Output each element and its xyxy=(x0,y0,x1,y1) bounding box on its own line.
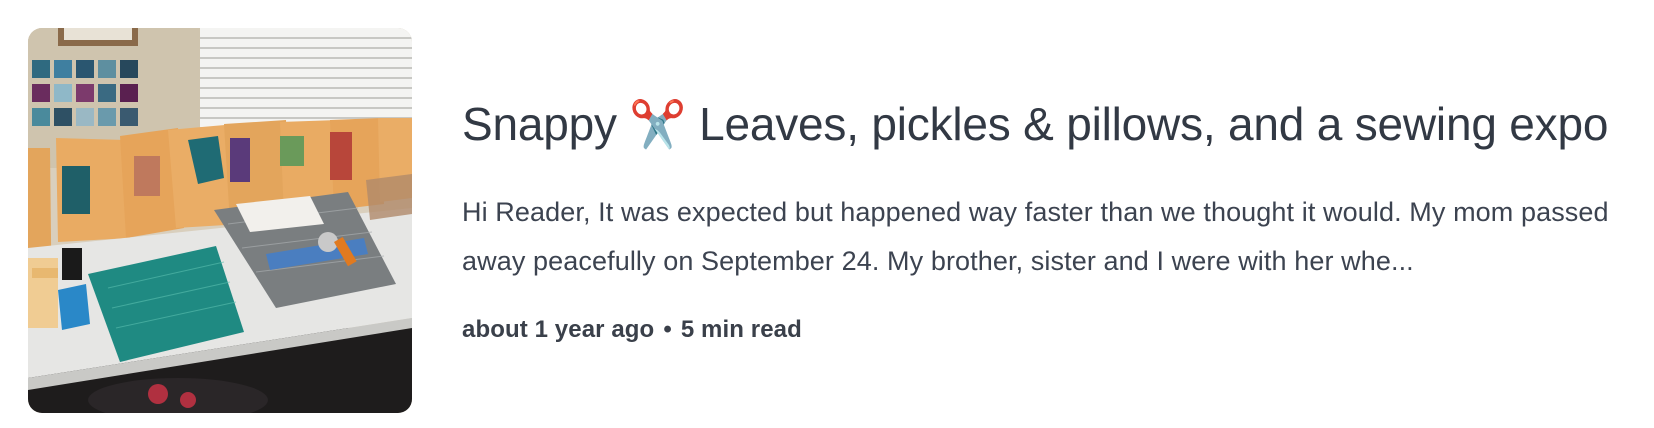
post-excerpt: Hi Reader, It was expected but happened … xyxy=(462,197,1609,276)
post-title-text: Leaves, pickles & pillows, and a sewing … xyxy=(699,98,1609,150)
post-title[interactable]: Snappy ✂️ Leaves, pickles & pillows, and… xyxy=(462,92,1608,156)
scissors-icon: ✂️ xyxy=(629,98,687,150)
post-card[interactable]: Snappy ✂️ Leaves, pickles & pillows, and… xyxy=(0,0,1654,428)
post-date: about 1 year ago xyxy=(462,316,655,343)
meta-separator: • xyxy=(663,316,672,343)
post-meta: about 1 year ago • 5 min read xyxy=(462,316,802,344)
post-thumbnail[interactable] xyxy=(28,28,412,413)
post-read-time: 5 min read xyxy=(680,316,802,343)
post-title-prefix: Snappy xyxy=(462,98,617,150)
sewing-workspace-photo xyxy=(28,28,412,413)
